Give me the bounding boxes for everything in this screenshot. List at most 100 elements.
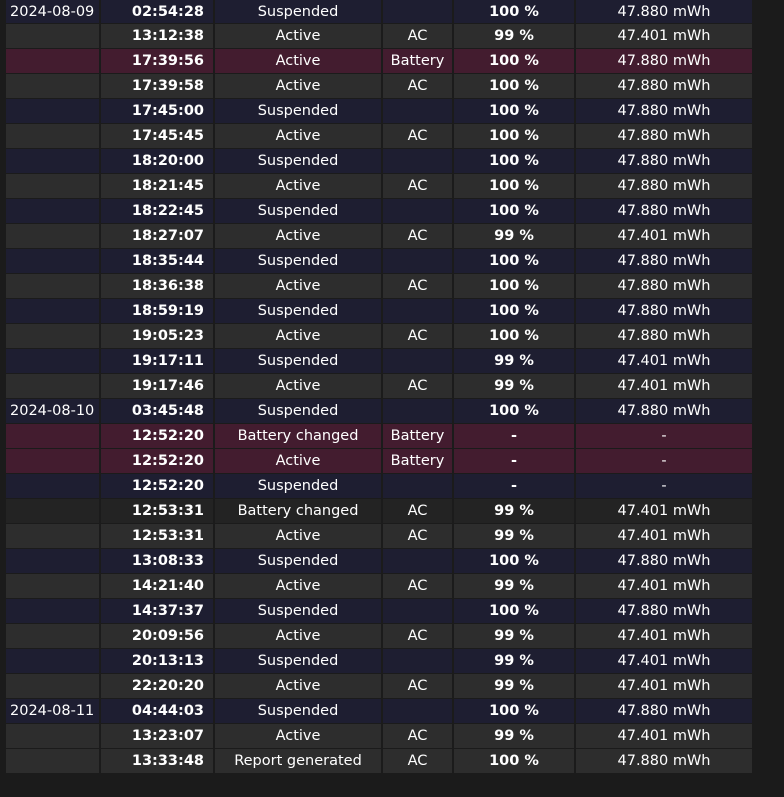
date-cell: [6, 149, 101, 173]
capacity-mwh-cell: 47.880 mWh: [576, 599, 752, 623]
table-row: 13:33:48 Report generated AC 100 % 47.880 mW…: [6, 749, 752, 774]
time-cell: 12:53:31: [101, 524, 215, 548]
capacity-percent-cell: 100 %: [454, 49, 576, 73]
capacity-mwh-cell: 47.401 mWh: [576, 349, 752, 373]
table-row: 19:17:11 Suspended 99 % 47.401 mWh: [6, 349, 752, 374]
capacity-percent-cell: 99 %: [454, 349, 576, 373]
table-row: 2024-08-09 02:54:28 Suspended 100 % 47.880 m…: [6, 0, 752, 24]
source-cell: [383, 649, 454, 673]
capacity-percent-cell: 99 %: [454, 24, 576, 48]
date-cell: 2024-08-09: [6, 0, 101, 23]
table-row: 14:37:37 Suspended 100 % 47.880 mWh: [6, 599, 752, 624]
time-cell: 02:54:28: [101, 0, 215, 23]
table-row: 17:39:58 Active AC 100 % 47.880 mWh: [6, 74, 752, 99]
time-cell: 04:44:03: [101, 699, 215, 723]
time-cell: 18:22:45: [101, 199, 215, 223]
capacity-mwh-cell: 47.880 mWh: [576, 549, 752, 573]
table-row: 19:05:23 Active AC 100 % 47.880 mWh: [6, 324, 752, 349]
capacity-mwh-cell: 47.401 mWh: [576, 374, 752, 398]
capacity-percent-cell: 100 %: [454, 174, 576, 198]
table-row: 22:20:20 Active AC 99 % 47.401 mWh: [6, 674, 752, 699]
state-cell: Suspended: [215, 599, 383, 623]
date-cell: [6, 24, 101, 48]
time-cell: 13:12:38: [101, 24, 215, 48]
capacity-mwh-cell: 47.401 mWh: [576, 649, 752, 673]
capacity-mwh-cell: 47.880 mWh: [576, 149, 752, 173]
source-cell: AC: [383, 499, 454, 523]
capacity-mwh-cell: 47.880 mWh: [576, 399, 752, 423]
table-row: 18:36:38 Active AC 100 % 47.880 mWh: [6, 274, 752, 299]
capacity-percent-cell: 100 %: [454, 74, 576, 98]
table-row: 18:20:00 Suspended 100 % 47.880 mWh: [6, 149, 752, 174]
state-cell: Active: [215, 324, 383, 348]
table-row: 18:35:44 Suspended 100 % 47.880 mWh: [6, 249, 752, 274]
capacity-mwh-cell: 47.401 mWh: [576, 499, 752, 523]
date-cell: [6, 549, 101, 573]
capacity-mwh-cell: 47.880 mWh: [576, 324, 752, 348]
capacity-percent-cell: 100 %: [454, 124, 576, 148]
time-cell: 03:45:48: [101, 399, 215, 423]
time-cell: 12:52:20: [101, 424, 215, 448]
capacity-percent-cell: -: [454, 474, 576, 498]
source-cell: [383, 349, 454, 373]
capacity-mwh-cell: 47.401 mWh: [576, 674, 752, 698]
state-cell: Battery changed: [215, 424, 383, 448]
date-cell: [6, 624, 101, 648]
date-cell: [6, 249, 101, 273]
capacity-mwh-cell: 47.401 mWh: [576, 524, 752, 548]
source-cell: [383, 549, 454, 573]
table-row: 17:39:56 Active Battery 100 % 47.880 mWh: [6, 49, 752, 74]
time-cell: 12:52:20: [101, 449, 215, 473]
source-cell: AC: [383, 724, 454, 748]
state-cell: Active: [215, 174, 383, 198]
capacity-mwh-cell: 47.880 mWh: [576, 199, 752, 223]
table-row: 12:52:20 Battery changed Battery - -: [6, 424, 752, 449]
source-cell: Battery: [383, 49, 454, 73]
time-cell: 12:53:31: [101, 499, 215, 523]
capacity-percent-cell: 100 %: [454, 324, 576, 348]
date-cell: [6, 49, 101, 73]
capacity-mwh-cell: 47.401 mWh: [576, 24, 752, 48]
table-row: 19:17:46 Active AC 99 % 47.401 mWh: [6, 374, 752, 399]
date-cell: [6, 274, 101, 298]
time-cell: 13:33:48: [101, 749, 215, 773]
state-cell: Active: [215, 449, 383, 473]
source-cell: AC: [383, 624, 454, 648]
state-cell: Active: [215, 374, 383, 398]
capacity-mwh-cell: 47.880 mWh: [576, 249, 752, 273]
capacity-percent-cell: 99 %: [454, 524, 576, 548]
source-cell: [383, 0, 454, 23]
capacity-mwh-cell: -: [576, 424, 752, 448]
date-cell: 2024-08-10: [6, 399, 101, 423]
date-cell: [6, 199, 101, 223]
source-cell: [383, 474, 454, 498]
time-cell: 13:23:07: [101, 724, 215, 748]
state-cell: Active: [215, 124, 383, 148]
capacity-percent-cell: 100 %: [454, 249, 576, 273]
table-row: 18:21:45 Active AC 100 % 47.880 mWh: [6, 174, 752, 199]
capacity-mwh-cell: 47.401 mWh: [576, 574, 752, 598]
table-row: 13:08:33 Suspended 100 % 47.880 mWh: [6, 549, 752, 574]
capacity-percent-cell: 99 %: [454, 499, 576, 523]
state-cell: Suspended: [215, 649, 383, 673]
state-cell: Suspended: [215, 699, 383, 723]
state-cell: Suspended: [215, 99, 383, 123]
source-cell: [383, 399, 454, 423]
time-cell: 14:37:37: [101, 599, 215, 623]
table-row: 2024-08-11 04:44:03 Suspended 100 % 47.880 m…: [6, 699, 752, 724]
time-cell: 18:36:38: [101, 274, 215, 298]
date-cell: [6, 674, 101, 698]
capacity-mwh-cell: 47.401 mWh: [576, 624, 752, 648]
state-cell: Active: [215, 274, 383, 298]
capacity-percent-cell: 100 %: [454, 399, 576, 423]
capacity-mwh-cell: -: [576, 449, 752, 473]
time-cell: 14:21:40: [101, 574, 215, 598]
table-row: 18:22:45 Suspended 100 % 47.880 mWh: [6, 199, 752, 224]
time-cell: 18:59:19: [101, 299, 215, 323]
table-row: 2024-08-10 03:45:48 Suspended 100 % 47.880 m…: [6, 399, 752, 424]
capacity-percent-cell: 100 %: [454, 199, 576, 223]
state-cell: Active: [215, 224, 383, 248]
state-cell: Active: [215, 524, 383, 548]
capacity-mwh-cell: 47.880 mWh: [576, 99, 752, 123]
capacity-percent-cell: 99 %: [454, 574, 576, 598]
